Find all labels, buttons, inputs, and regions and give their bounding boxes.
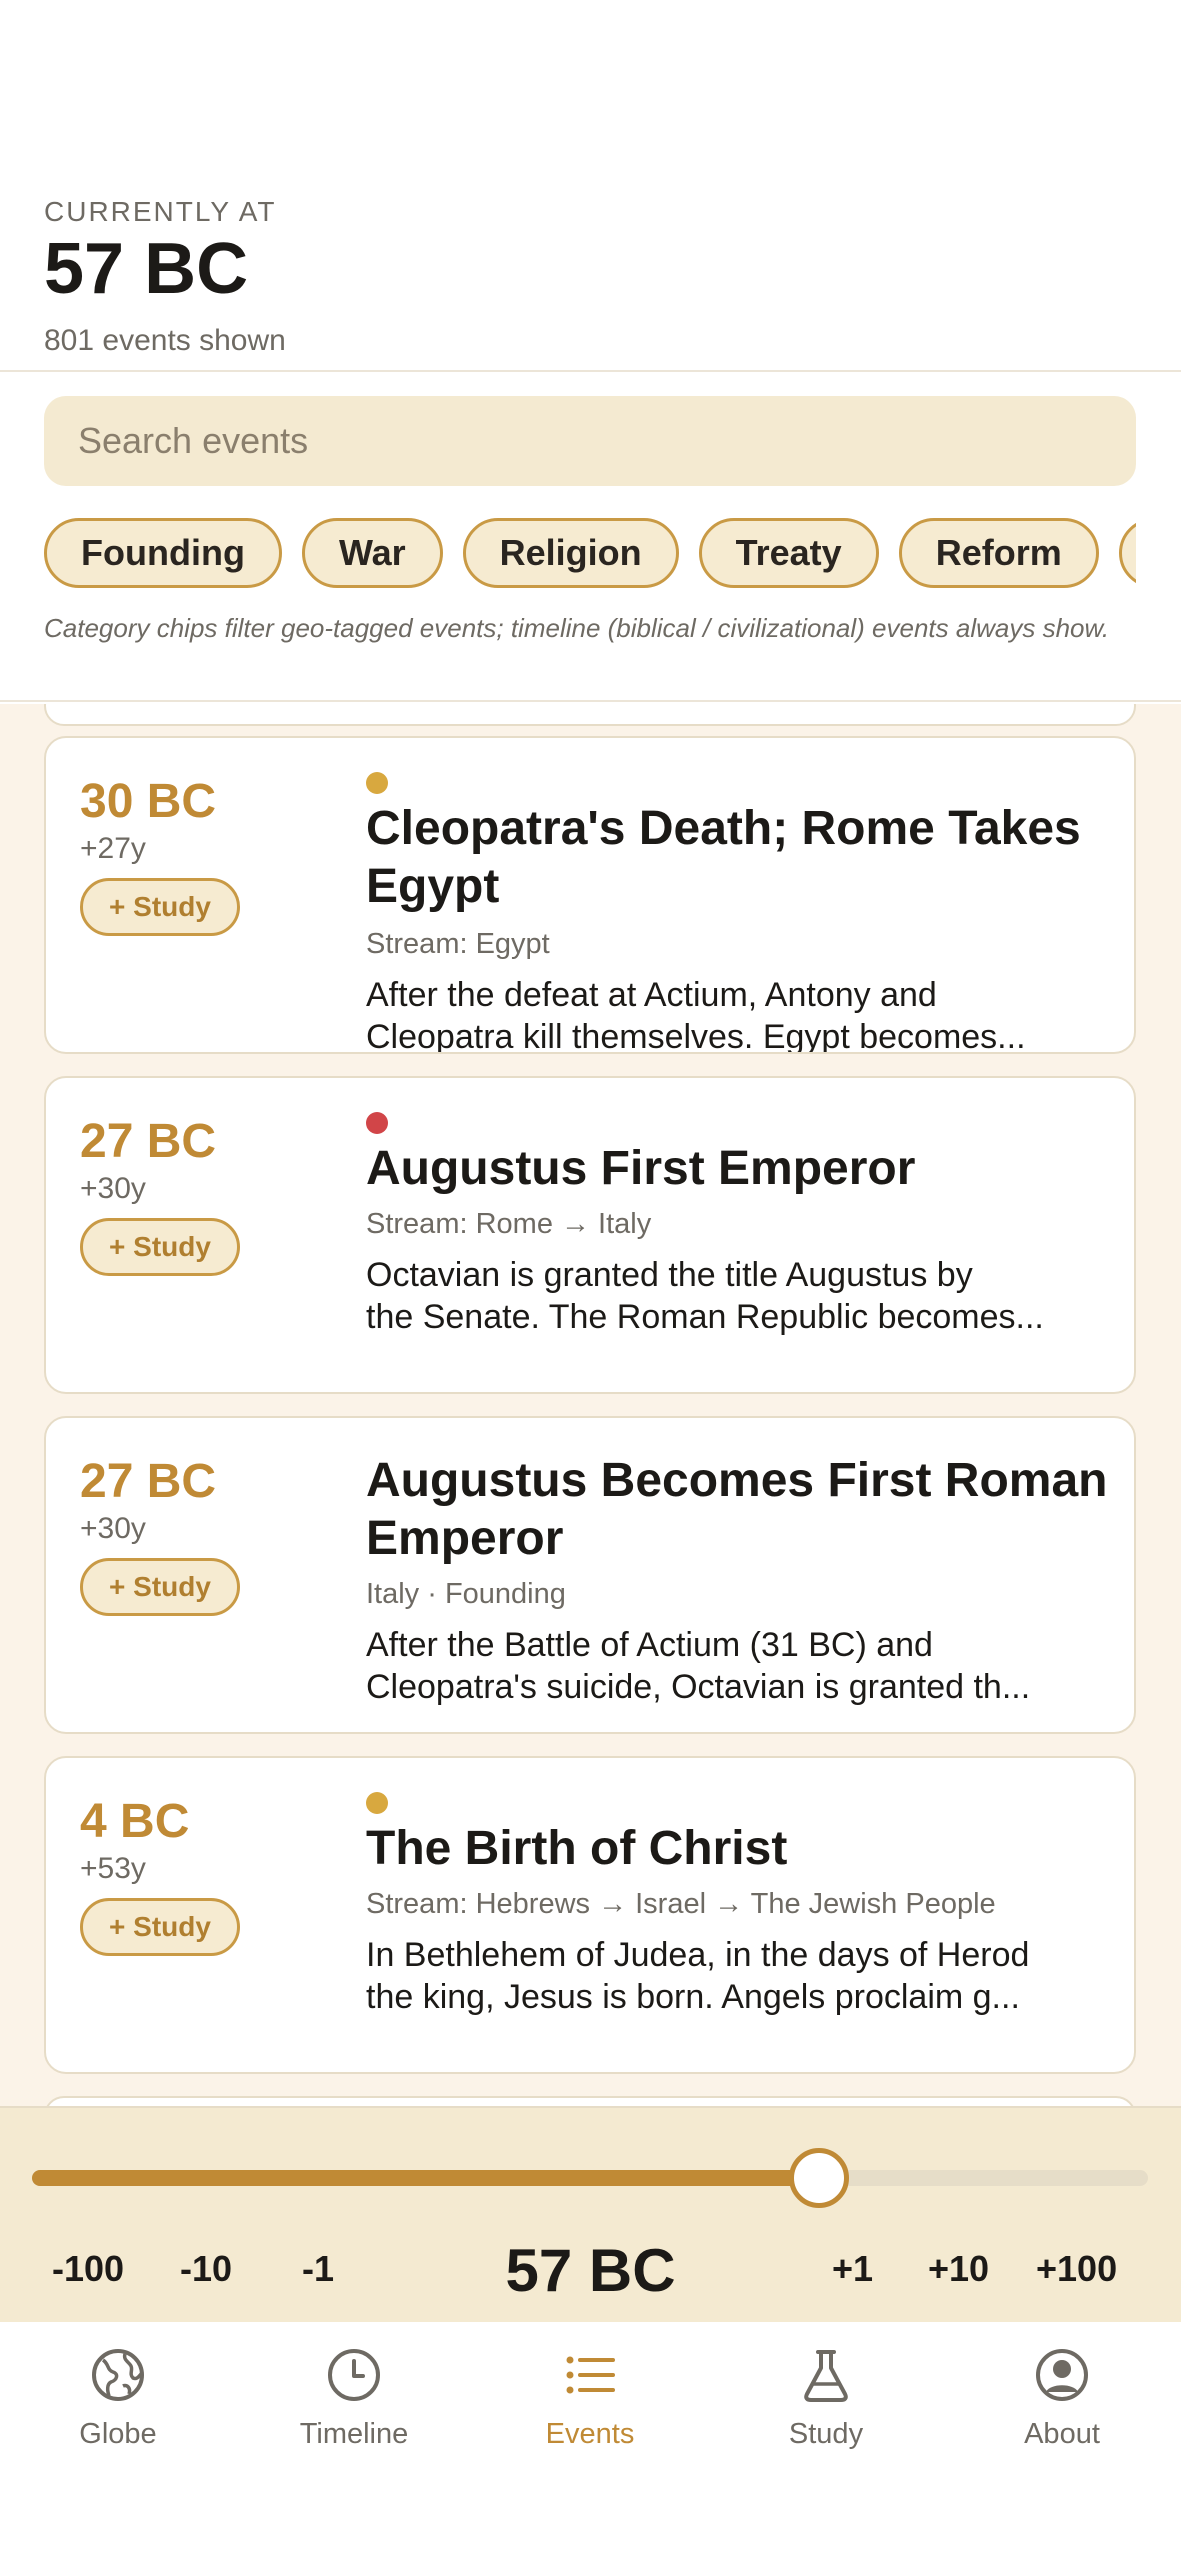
year-slider-track[interactable] bbox=[32, 2148, 1148, 2208]
event-card-partial[interactable] bbox=[44, 704, 1136, 726]
event-description: After the Battle of Actium (31 BC) and C… bbox=[366, 1626, 1031, 1706]
search-box[interactable] bbox=[44, 396, 1136, 486]
event-description: After the defeat at Actium, Antony and C… bbox=[366, 976, 1026, 1054]
bottom-tab-bar: Globe Timeline Events Study About bbox=[0, 2322, 1181, 2560]
step-plus-1-button[interactable]: +1 bbox=[832, 2248, 873, 2290]
year-slider-thumb[interactable] bbox=[788, 2148, 849, 2208]
event-relative: +30y bbox=[80, 1512, 146, 1545]
event-card[interactable]: 4 BC +53y + Study The Birth of Christ St… bbox=[44, 1756, 1136, 2074]
list-icon bbox=[566, 2356, 615, 2394]
step-plus-10-button[interactable]: +10 bbox=[928, 2248, 989, 2290]
event-title: The Birth of Christ bbox=[366, 1822, 788, 1875]
event-title: Augustus Becomes First Roman Emperor bbox=[366, 1454, 1108, 1565]
event-description: In Bethlehem of Judea, in the days of He… bbox=[366, 1936, 1030, 2016]
category-dot bbox=[366, 1792, 388, 1814]
globe-icon bbox=[92, 2349, 144, 2401]
tab-events[interactable]: Events bbox=[490, 2346, 690, 2451]
event-stream: Stream: Hebrews → Israel → The Jewish Pe… bbox=[366, 1888, 996, 1920]
clock-icon bbox=[328, 2349, 380, 2401]
flask-icon bbox=[804, 2350, 848, 2402]
filter-panel: Founding War Religion Treaty Reform Fa C… bbox=[0, 374, 1181, 702]
add-study-button[interactable]: + Study bbox=[80, 878, 240, 936]
events-count: 801 events shown bbox=[44, 324, 286, 357]
tab-study[interactable]: Study bbox=[726, 2346, 926, 2451]
currently-at-label: CURRENTLY AT bbox=[44, 196, 277, 227]
event-title: Augustus First Emperor bbox=[366, 1142, 916, 1195]
event-description: Octavian is granted the title Augustus b… bbox=[366, 1256, 1044, 1336]
header: CURRENTLY AT 57 BC 801 events shown bbox=[0, 0, 1181, 372]
chip-treaty[interactable]: Treaty bbox=[698, 518, 879, 588]
event-relative: +27y bbox=[80, 832, 146, 865]
search-input[interactable] bbox=[78, 420, 1136, 462]
year-slider-fill bbox=[32, 2170, 819, 2186]
add-study-button[interactable]: + Study bbox=[80, 1558, 240, 1616]
chip-religion[interactable]: Religion bbox=[462, 518, 679, 588]
tab-label: Study bbox=[788, 2418, 864, 2450]
event-stream: Stream: Egypt bbox=[366, 928, 550, 960]
chip-reform[interactable]: Reform bbox=[898, 518, 1099, 588]
chip-war[interactable]: War bbox=[301, 518, 443, 588]
tab-globe[interactable]: Globe bbox=[18, 2346, 218, 2451]
chip-founding[interactable]: Founding bbox=[44, 518, 282, 588]
current-year-heading: 57 BC bbox=[44, 229, 249, 309]
event-relative: +30y bbox=[80, 1172, 146, 1205]
event-year: 27 BC bbox=[80, 1115, 217, 1168]
event-relative: +53y bbox=[80, 1852, 146, 1885]
category-chips: Founding War Religion Treaty Reform Fa bbox=[44, 518, 1136, 592]
event-card[interactable]: 27 BC +30y + Study Augustus First Empero… bbox=[44, 1076, 1136, 1394]
add-study-button[interactable]: + Study bbox=[80, 1898, 240, 1956]
tab-label: About bbox=[1024, 2418, 1100, 2450]
person-icon bbox=[1036, 2349, 1088, 2401]
filter-note: Category chips filter geo-tagged events;… bbox=[44, 613, 1110, 643]
event-year: 30 BC bbox=[80, 775, 217, 828]
tab-about[interactable]: About bbox=[962, 2346, 1162, 2451]
year-slider-panel: -100 -10 -1 57 BC +1 +10 +100 bbox=[0, 2106, 1181, 2322]
event-stream: Stream: Rome → Italy bbox=[366, 1208, 652, 1240]
chip-partial[interactable]: Fa bbox=[1118, 518, 1136, 588]
event-year: 27 BC bbox=[80, 1455, 217, 1508]
event-title: Cleopatra's Death; Rome Takes Egypt bbox=[366, 802, 1081, 913]
slider-current-year: 57 BC bbox=[505, 2237, 676, 2304]
event-card[interactable]: 27 BC +30y + Study Augustus Becomes Firs… bbox=[44, 1416, 1136, 1734]
add-study-button[interactable]: + Study bbox=[80, 1218, 240, 1276]
events-list[interactable]: 30 BC +27y + Study Cleopatra's Death; Ro… bbox=[0, 704, 1181, 2106]
event-year: 4 BC bbox=[80, 1795, 190, 1848]
tab-label: Events bbox=[545, 2418, 635, 2450]
event-card-partial[interactable] bbox=[44, 2096, 1136, 2106]
category-dot bbox=[366, 1112, 388, 1134]
step-plus-100-button[interactable]: +100 bbox=[1036, 2248, 1117, 2290]
tab-label: Globe bbox=[79, 2418, 157, 2450]
category-dot bbox=[366, 772, 388, 794]
event-stream: Italy · Founding bbox=[366, 1578, 566, 1610]
event-card[interactable]: 30 BC +27y + Study Cleopatra's Death; Ro… bbox=[44, 736, 1136, 1054]
tab-timeline[interactable]: Timeline bbox=[254, 2346, 454, 2451]
tab-label: Timeline bbox=[299, 2418, 409, 2450]
